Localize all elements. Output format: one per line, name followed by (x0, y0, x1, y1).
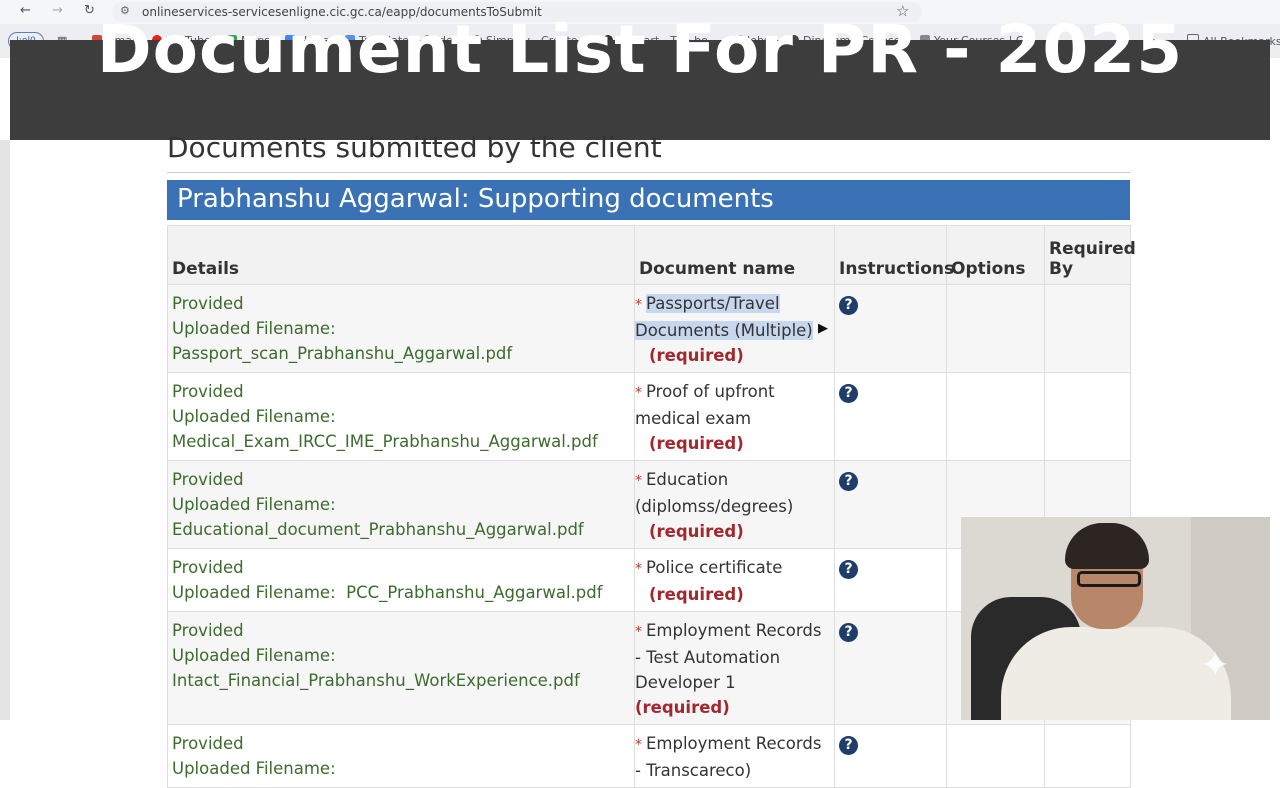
required-by-cell (1044, 724, 1131, 788)
instructions-cell: ? (834, 460, 947, 549)
required-asterisk: * (635, 297, 642, 313)
panel-header: Prabhanshu Aggarwal: Supporting document… (167, 180, 1130, 220)
required-asterisk: * (635, 473, 642, 489)
uploaded-filename: PCC_Prabhanshu_Aggarwal.pdf (346, 583, 603, 602)
presenter-body (1001, 627, 1231, 720)
document-name-cell: * Police certificate (required) (634, 548, 835, 612)
document-name-cell: * Employment Records - Test Automation De… (634, 611, 835, 725)
uploaded-filename: Medical_Exam_IRCC_IME_Prabhanshu_Aggarwa… (172, 432, 598, 451)
document-name-cell: * Passports/Travel Documents (Multiple) (… (634, 284, 835, 373)
instructions-cell: ? (834, 548, 947, 612)
document-name[interactable]: Police certificate (646, 558, 782, 577)
mouse-cursor-icon: ▶ (818, 321, 828, 336)
sparkle-icon: ✦ (1200, 645, 1231, 686)
header-instructions: Instructions (834, 225, 954, 285)
header-required-by: Required By (1044, 225, 1136, 285)
instructions-cell: ? (834, 372, 947, 461)
required-asterisk: * (635, 561, 642, 577)
uploaded-label: Uploaded Filename: (172, 407, 336, 426)
document-name-cell: * Employment Records - Transcareco) (634, 724, 835, 788)
help-icon[interactable]: ? (839, 560, 858, 579)
status-text: Provided (172, 294, 244, 313)
required-asterisk: * (635, 385, 642, 401)
required-label: (required) (649, 585, 744, 604)
help-icon[interactable]: ? (839, 623, 858, 642)
webcam-overlay (961, 517, 1270, 720)
uploaded-label: Uploaded Filename: (172, 495, 336, 514)
document-name[interactable]: Education (diplomss/degrees) (635, 470, 793, 516)
required-by-cell (1044, 372, 1131, 461)
uploaded-filename: Intact_Financial_Prabhanshu_WorkExperien… (172, 671, 580, 690)
instructions-cell: ? (834, 284, 947, 373)
table-row: Provided Uploaded Filename: * Employment … (167, 724, 1131, 788)
required-label: (required) (649, 522, 744, 541)
required-label: (required) (649, 434, 744, 453)
details-cell: Provided Uploaded Filename: Intact_Finan… (167, 611, 635, 725)
table-row: Provided Uploaded Filename: Medical_Exam… (167, 372, 1131, 461)
uploaded-filename: Educational_document_Prabhanshu_Aggarwal… (172, 520, 584, 539)
details-cell: Provided Uploaded Filename: Passport_sca… (167, 284, 635, 373)
panel-title: Prabhanshu Aggarwal: Supporting document… (177, 184, 774, 214)
document-name-cell: * Education (diplomss/degrees) (required) (634, 460, 835, 549)
details-cell: Provided Uploaded Filename: Educational_… (167, 460, 635, 549)
document-name[interactable]: Employment Records - Test Automation Dev… (635, 621, 821, 692)
instructions-cell: ? (834, 724, 947, 788)
table-row: Provided Uploaded Filename: Passport_sca… (167, 284, 1131, 373)
options-cell (946, 724, 1045, 788)
uploaded-label: Uploaded Filename: (172, 583, 336, 602)
help-icon[interactable]: ? (839, 736, 858, 755)
instructions-cell: ? (834, 611, 947, 725)
uploaded-label: Uploaded Filename: (172, 759, 336, 778)
uploaded-line: Uploaded Filename: PCC_Prabhanshu_Aggarw… (172, 580, 630, 605)
presenter-glasses (1077, 571, 1141, 587)
uploaded-label: Uploaded Filename: (172, 319, 336, 338)
header-options: Options (946, 225, 1045, 285)
header-details: Details (167, 225, 635, 285)
uploaded-label: Uploaded Filename: (172, 646, 336, 665)
banner-title: Document List For PR - 2025 (96, 11, 1184, 88)
details-cell: Provided Uploaded Filename: Medical_Exam… (167, 372, 635, 461)
section-heading: Documents submitted by the client (167, 131, 662, 164)
status-text: Provided (172, 470, 244, 489)
divider (167, 172, 1130, 173)
table-header-row: Details Document name Instructions Optio… (167, 225, 1136, 285)
help-icon[interactable]: ? (839, 296, 858, 315)
document-name[interactable]: Proof of upfront medical exam (635, 382, 775, 428)
required-by-cell (1044, 284, 1131, 373)
document-name-cell: * Proof of upfront medical exam (required… (634, 372, 835, 461)
details-cell: Provided Uploaded Filename: PCC_Prabhans… (167, 548, 635, 612)
document-name[interactable]: Passports/Travel Documents (Multiple) (635, 294, 813, 340)
details-cell: Provided Uploaded Filename: (167, 724, 635, 788)
help-icon[interactable]: ? (839, 384, 858, 403)
status-text: Provided (172, 558, 244, 577)
required-asterisk: * (635, 737, 642, 753)
help-icon[interactable]: ? (839, 472, 858, 491)
status-text: Provided (172, 382, 244, 401)
required-label: (required) (635, 698, 730, 717)
status-text: Provided (172, 621, 244, 640)
document-name[interactable]: Employment Records - Transcareco) (635, 734, 821, 780)
page-margin (0, 140, 10, 720)
options-cell (946, 284, 1045, 373)
required-asterisk: * (635, 624, 642, 640)
status-text: Provided (172, 734, 244, 753)
options-cell (946, 372, 1045, 461)
uploaded-filename: Passport_scan_Prabhanshu_Aggarwal.pdf (172, 344, 513, 363)
header-document-name: Document name (634, 225, 835, 285)
required-label: (required) (649, 346, 744, 365)
